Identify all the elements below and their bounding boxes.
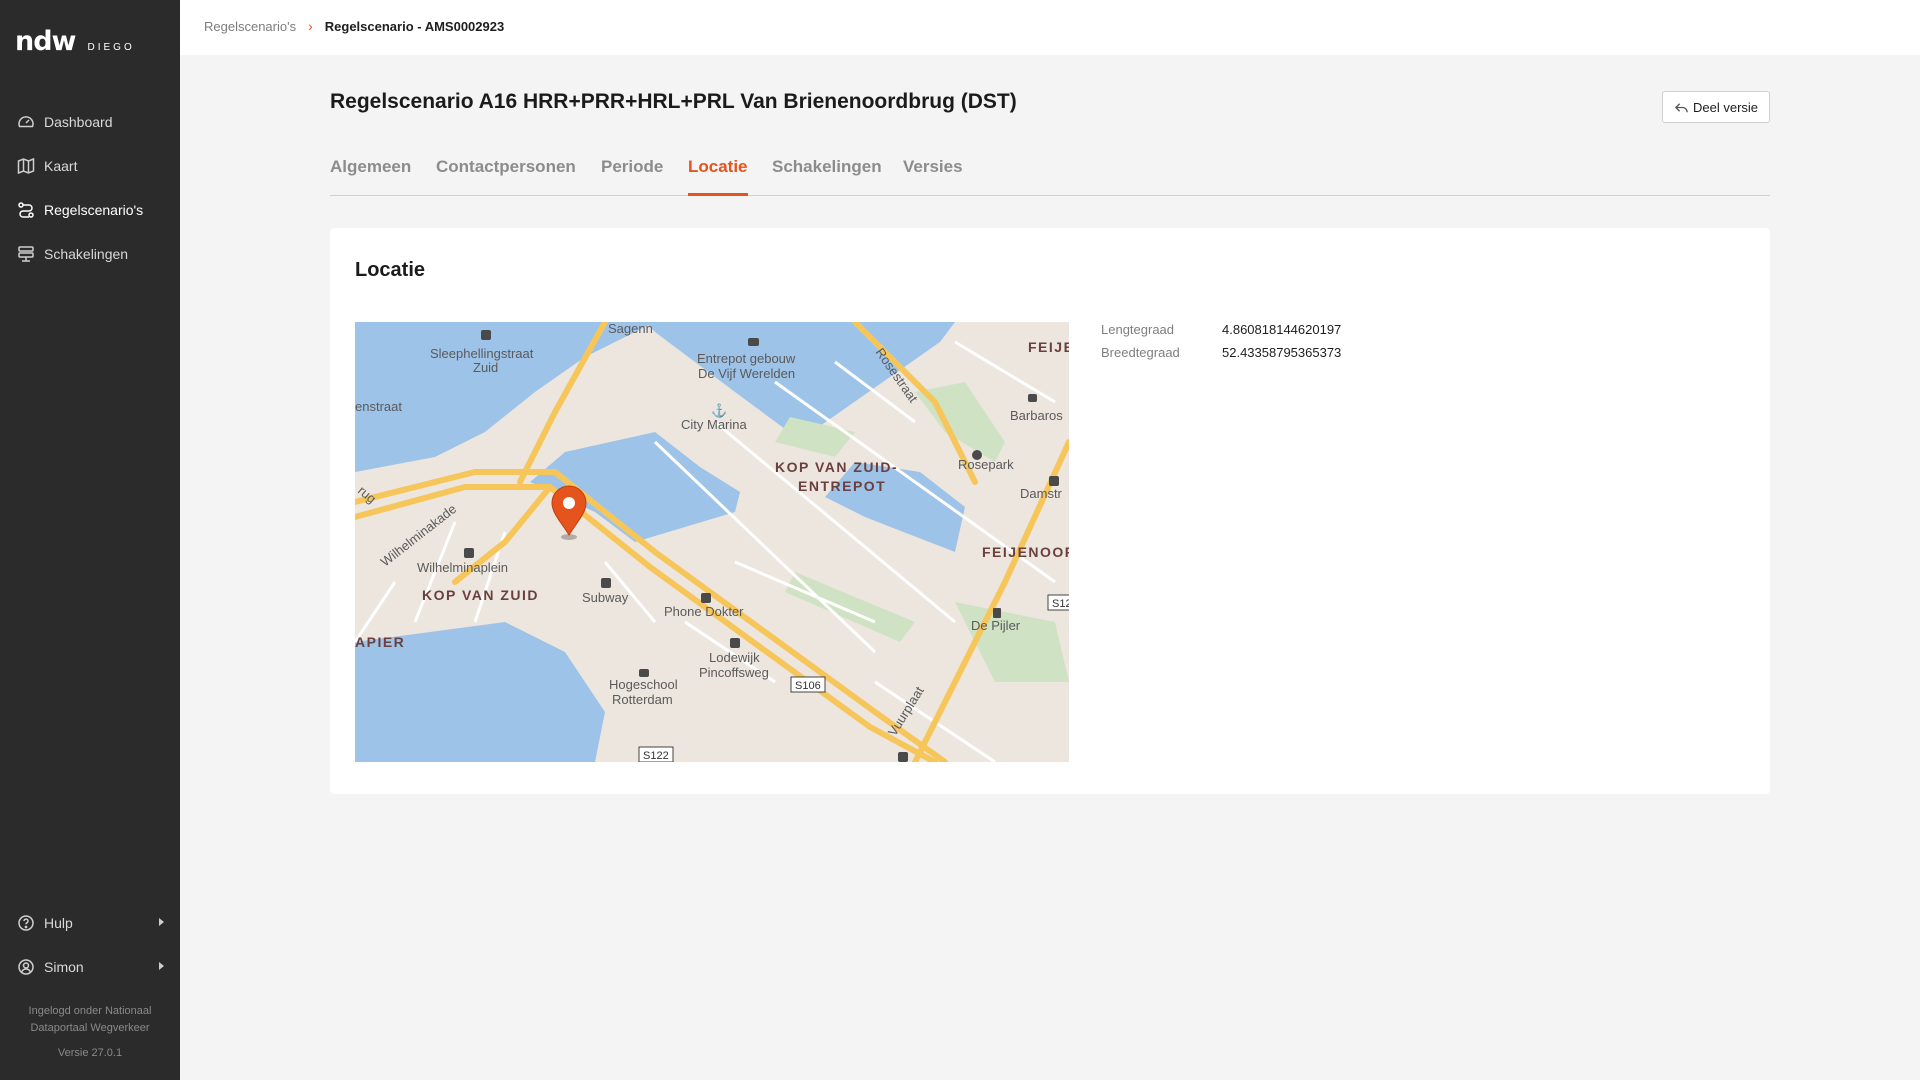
map-icon (17, 157, 35, 175)
user-icon (17, 958, 35, 976)
sidebar: ndw DIEGO Dashboard Kaart Regelscenario'… (0, 0, 180, 1080)
road-shield-label: S106 (795, 680, 821, 692)
map-label: Lodewijk (709, 650, 760, 665)
login-info-line2: Dataportaal Wegverkeer (30, 1022, 150, 1034)
share-version-button[interactable]: Deel versie (1662, 91, 1770, 123)
gauge-icon (17, 113, 35, 131)
chevron-right-icon (159, 918, 164, 926)
shop-icon (701, 593, 711, 603)
longitude-value: 4.860818144620197 (1222, 322, 1342, 337)
sidebar-item-schakelingen[interactable]: Schakelingen (0, 232, 180, 276)
location-card: Locatie Sagenn Sleephellingstraat Zuid e… (330, 228, 1770, 794)
logo-main-text: ndw (15, 26, 76, 57)
map-label: Zuid (473, 360, 498, 375)
tab-contactpersonen[interactable]: Contactpersonen (436, 155, 576, 195)
latitude-label: Breedtegraad (1101, 345, 1180, 360)
version-text: Versie 27.0.1 (57, 1047, 123, 1059)
sidebar-item-kaart[interactable]: Kaart (0, 144, 180, 188)
main-nav: Dashboard Kaart Regelscenario's Schakeli… (0, 100, 180, 276)
bus-stop-icon (1049, 476, 1059, 486)
map-label: KOP VAN ZUID- (775, 459, 898, 475)
breadcrumb-current: Regelscenario - AMS0002923 (324, 18, 505, 34)
map-label: Wilhelminaplein (417, 560, 508, 575)
map-label: De Vijf Werelden (698, 366, 795, 381)
map-label: Sagenn (608, 322, 653, 336)
tab-periode[interactable]: Periode (601, 155, 663, 195)
map-label: FEIJENOOR (982, 544, 1069, 560)
tab-locatie[interactable]: Locatie (688, 155, 748, 196)
layers-icon (17, 245, 35, 263)
map-label: De Pijler (971, 618, 1021, 633)
map-label: City Marina (681, 417, 748, 432)
latitude-row: Breedtegraad 52.43358795365373 (1101, 345, 1341, 368)
chevron-right-icon: › (308, 18, 313, 34)
longitude-row: Lengtegraad 4.860818144620197 (1101, 322, 1341, 345)
page-title: Regelscenario A16 HRR+PRR+HRL+PRL Van Br… (330, 90, 1017, 113)
route-icon (17, 201, 35, 219)
breadcrumb: Regelscenario's › Regelscenario - AMS000… (204, 18, 504, 34)
sidebar-item-label: Dashboard (44, 114, 113, 130)
sidebar-item-hulp[interactable]: Hulp (0, 901, 180, 945)
location-map[interactable]: Sagenn Sleephellingstraat Zuid enstraat … (355, 322, 1069, 762)
sidebar-item-dashboard[interactable]: Dashboard (0, 100, 180, 144)
sidebar-item-label: Kaart (44, 158, 78, 174)
map-label: Entrepot gebouw (697, 351, 796, 366)
map-label: ENTREPOT (798, 478, 886, 494)
topbar: Regelscenario's › Regelscenario - AMS000… (180, 0, 1920, 55)
map-label: Phone Dokter (664, 604, 744, 619)
map-label: Rosepark (958, 457, 1014, 472)
road-shield-label: S12 (1052, 598, 1069, 610)
tab-bar: Algemeen Contactpersonen Periode Locatie… (330, 155, 1770, 196)
bus-stop-icon (730, 638, 740, 648)
map-label: Rotterdam (612, 692, 673, 707)
anchor-icon: ⚓ (711, 403, 727, 418)
tree-icon (972, 450, 982, 460)
map-label: enstraat (355, 399, 402, 414)
login-info-line1: Ingelogd onder Nationaal (28, 1005, 152, 1017)
coordinates-panel: Lengtegraad 4.860818144620197 Breedtegra… (1101, 322, 1341, 368)
map-label: Sleephellingstraat (430, 346, 534, 361)
app-logo[interactable]: ndw DIEGO (15, 26, 135, 57)
map-label: Pincoffsweg (699, 665, 769, 680)
sidebar-item-regelscenarios[interactable]: Regelscenario's (0, 188, 180, 232)
chevron-right-icon (159, 962, 164, 970)
tab-versies[interactable]: Versies (903, 155, 963, 195)
tab-algemeen[interactable]: Algemeen (330, 155, 411, 195)
logo-sub-text: DIEGO (87, 42, 135, 53)
road-shield-label: S122 (643, 750, 669, 762)
map-label: KOP VAN ZUID (422, 587, 539, 603)
help-icon (17, 914, 35, 932)
map-label: Damstr (1020, 486, 1063, 501)
map-label: FEIJE (1028, 339, 1069, 355)
cafe-icon (1028, 394, 1037, 402)
restaurant-icon (993, 608, 1001, 618)
school-icon (639, 669, 649, 677)
sidebar-item-label: Simon (44, 959, 84, 975)
tab-schakelingen[interactable]: Schakelingen (772, 155, 882, 195)
map-label: Subway (582, 590, 629, 605)
longitude-label: Lengtegraad (1101, 322, 1175, 337)
bus-stop-icon (481, 330, 491, 340)
bus-stop-icon (464, 548, 474, 558)
sidebar-item-label: Hulp (44, 915, 73, 931)
latitude-value: 52.43358795365373 (1222, 345, 1342, 360)
camera-icon (748, 338, 759, 346)
map-label: Hogeschool (609, 677, 678, 692)
sidebar-item-label: Schakelingen (44, 246, 129, 262)
location-card-title: Locatie (355, 259, 426, 281)
bus-stop-icon (898, 752, 908, 762)
sidebar-item-label: Regelscenario's (44, 202, 144, 218)
bottom-nav: Hulp Simon (0, 901, 180, 989)
sidebar-item-user[interactable]: Simon (0, 945, 180, 989)
share-version-label: Deel versie (1692, 99, 1759, 115)
reply-icon (1674, 102, 1688, 112)
map-label: APIER (355, 634, 405, 650)
map-label: Barbaros (1010, 408, 1063, 423)
food-icon (601, 578, 611, 588)
map-canvas[interactable]: Sagenn Sleephellingstraat Zuid enstraat … (355, 322, 1069, 762)
breadcrumb-parent-link[interactable]: Regelscenario's (204, 19, 296, 34)
